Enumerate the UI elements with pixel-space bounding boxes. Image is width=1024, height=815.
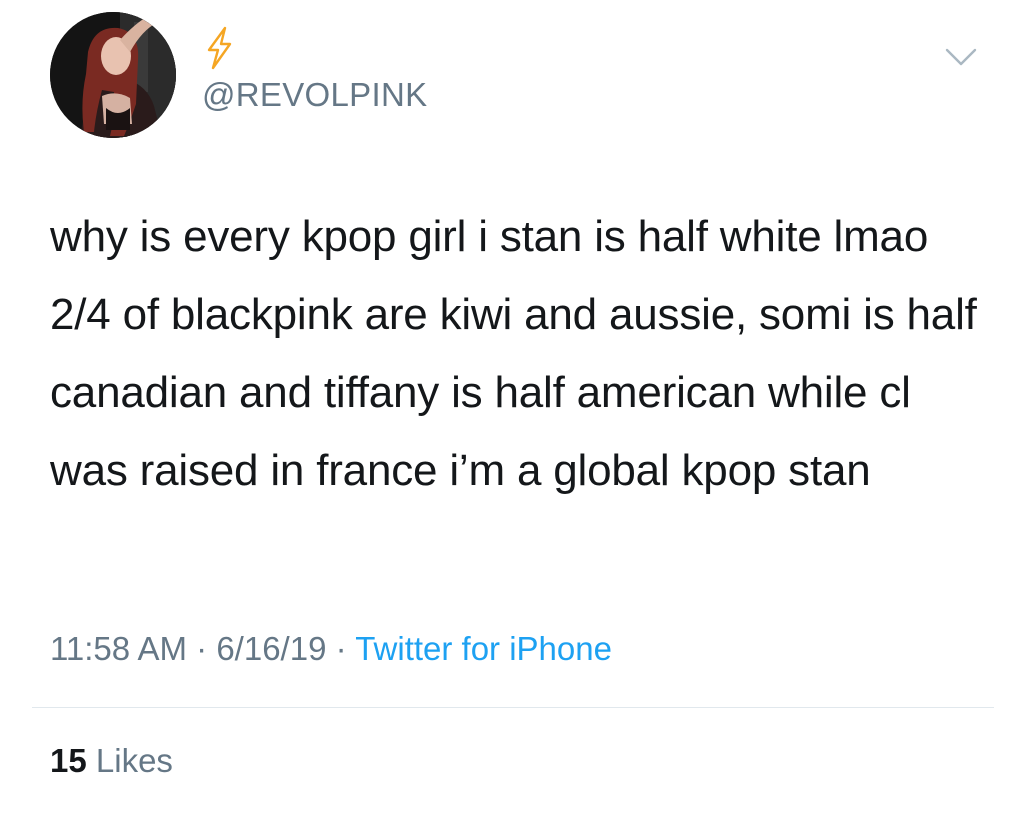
avatar-image <box>50 12 176 138</box>
likes-link[interactable]: 15 Likes <box>50 742 173 780</box>
tweet-date: 6/16/19 <box>216 630 327 667</box>
tweet-meta: 11:58 AM · 6/16/19 · Twitter for iPhone <box>50 630 612 668</box>
chevron-down-icon[interactable] <box>944 46 978 68</box>
meta-separator: · <box>335 630 347 667</box>
likes-label: Likes <box>95 742 173 779</box>
divider <box>32 707 994 708</box>
tweet-card: @REVOLPINK why is every kpop girl i stan… <box>0 0 1024 815</box>
user-handle[interactable]: @REVOLPINK <box>202 76 427 114</box>
meta-separator: · <box>196 630 208 667</box>
avatar[interactable] <box>50 12 176 138</box>
tweet-time: 11:58 AM <box>50 630 187 667</box>
tweet-text: why is every kpop girl i stan is half wh… <box>50 212 977 495</box>
lightning-bolt-icon <box>207 26 232 70</box>
tweet-source-link[interactable]: Twitter for iPhone <box>355 630 612 667</box>
likes-count: 15 <box>50 742 87 779</box>
